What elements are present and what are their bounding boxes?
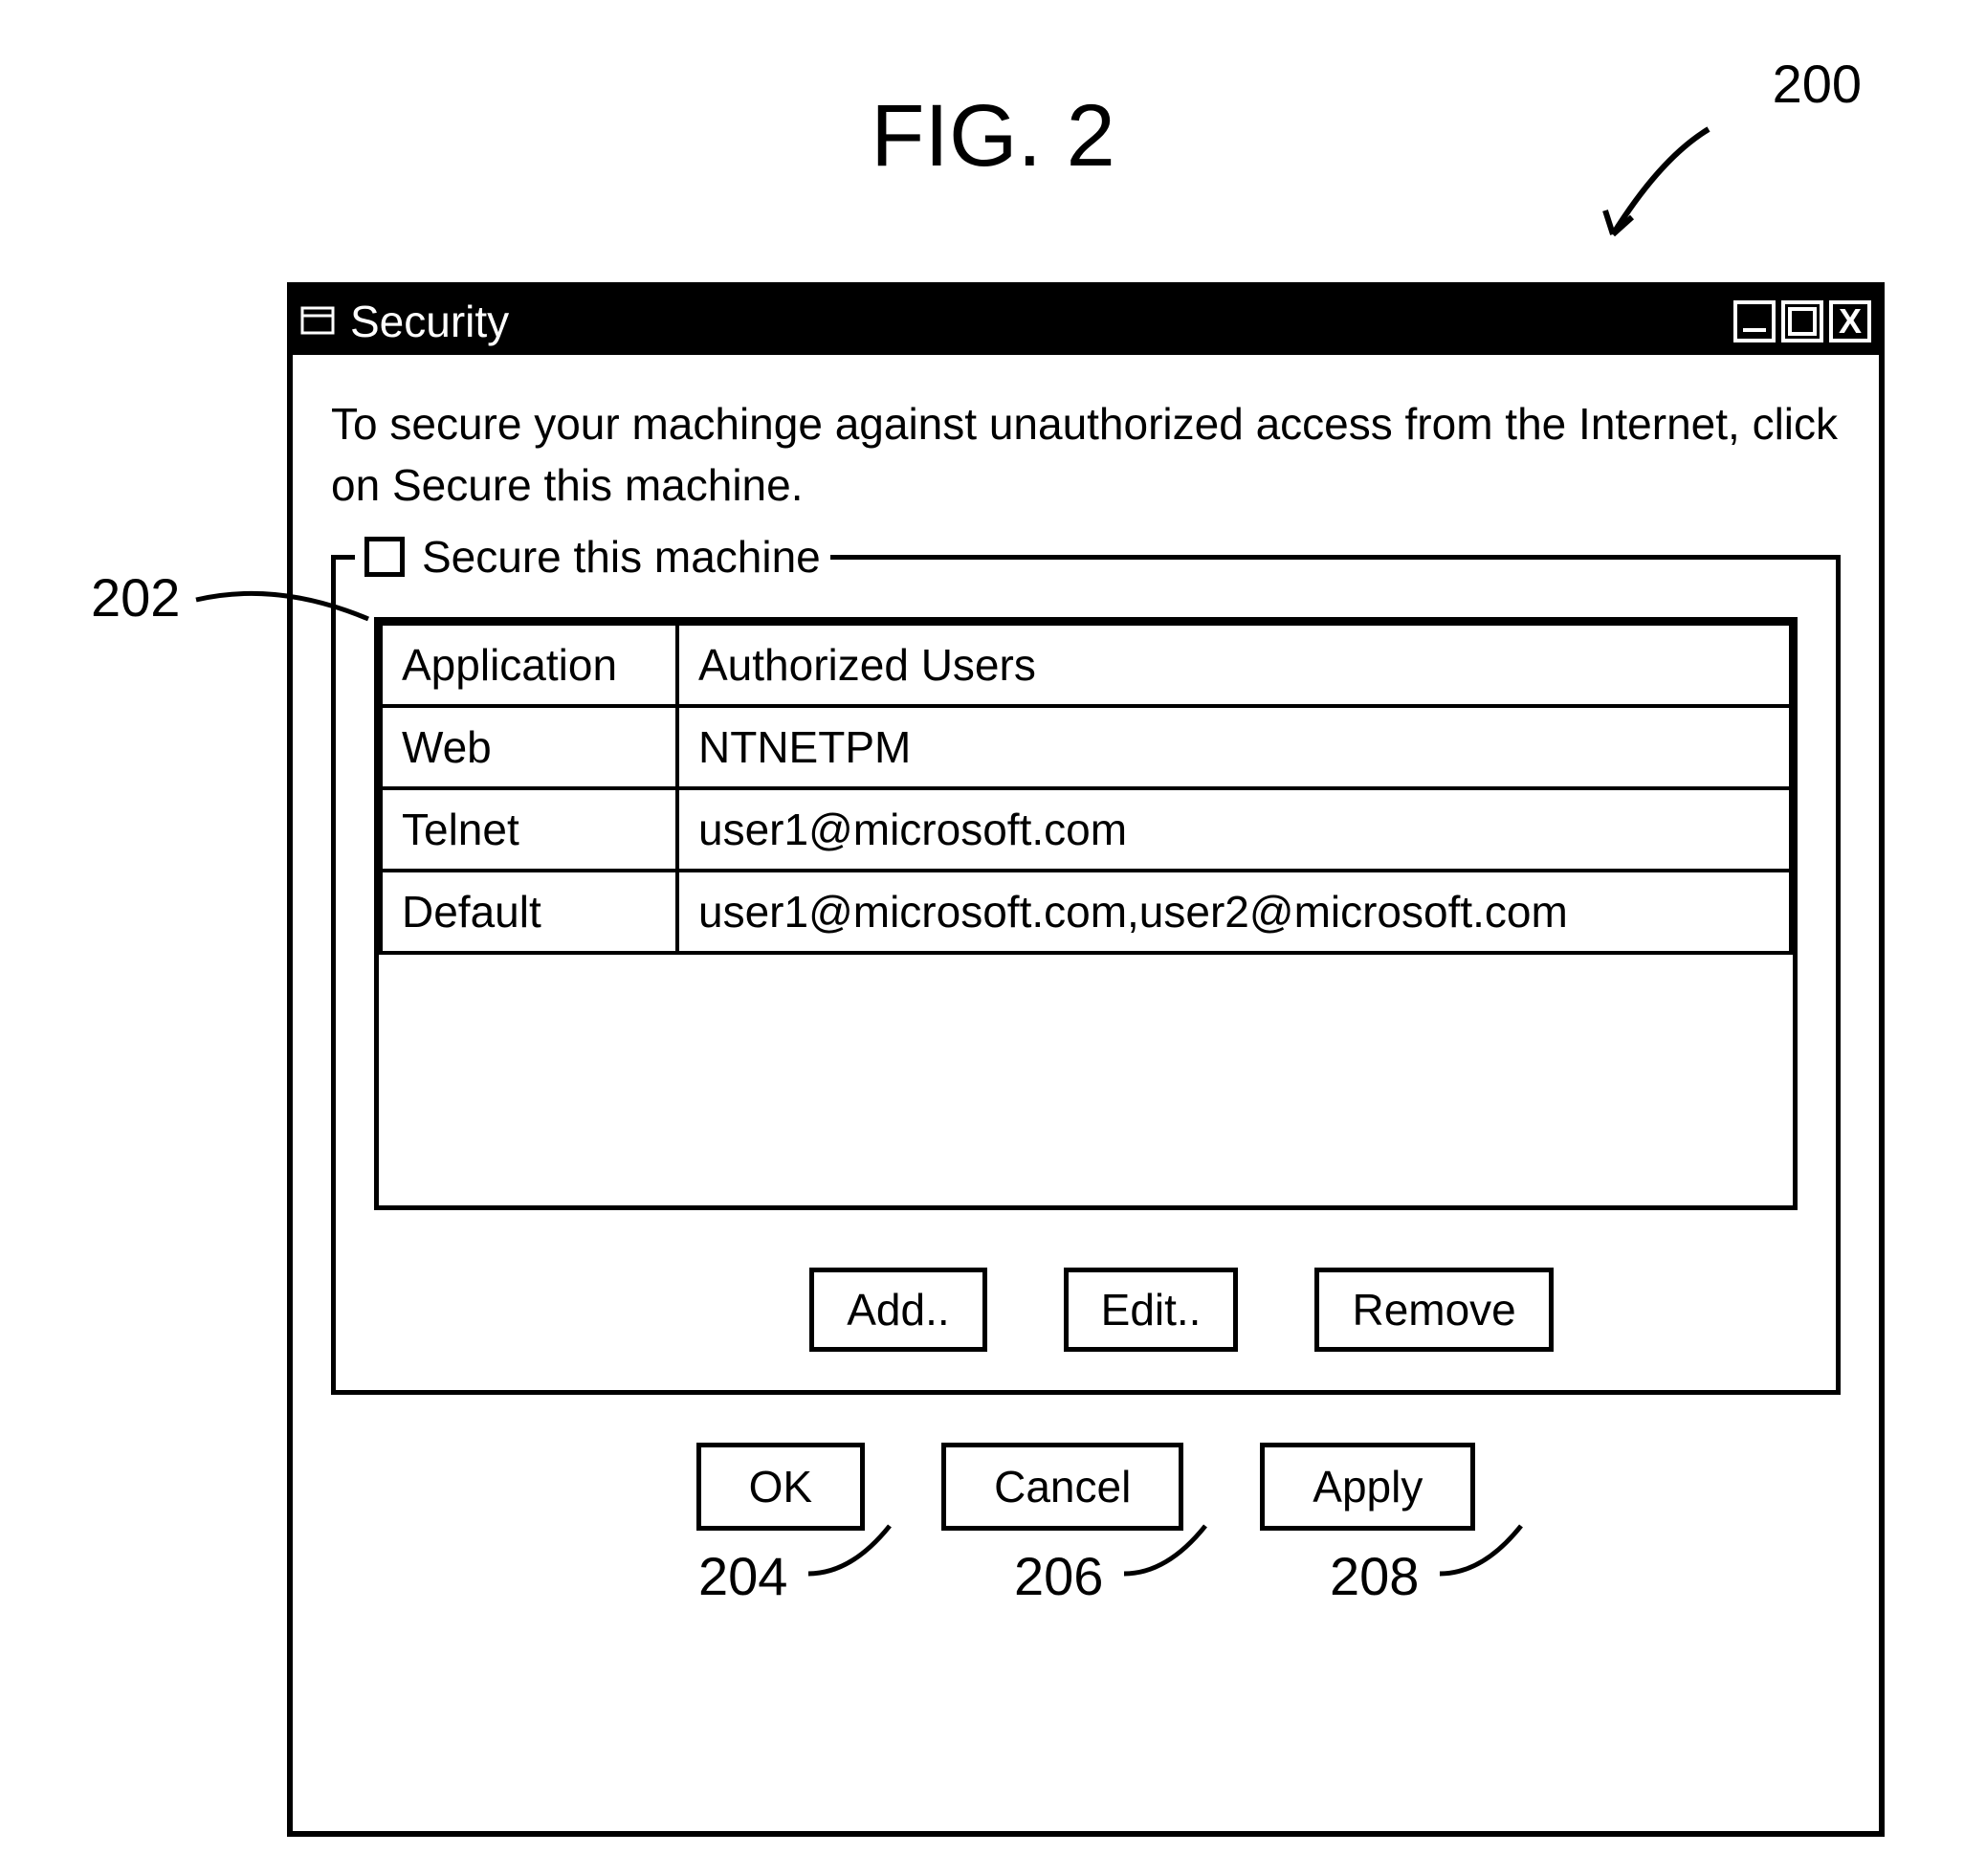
table-row[interactable]: Telnet user1@microsoft.com bbox=[381, 788, 1791, 871]
callout-204: 204 bbox=[698, 1545, 787, 1607]
secure-checkbox-label: Secure this machine bbox=[422, 531, 821, 583]
figure-label: FIG. 2 bbox=[871, 86, 1115, 187]
cell-app: Default bbox=[381, 871, 677, 953]
secure-groupbox: Secure this machine Application Authoriz… bbox=[331, 555, 1841, 1395]
authorized-users-table-wrap: Application Authorized Users Web NTNETPM… bbox=[374, 617, 1798, 1210]
header-application: Application bbox=[381, 624, 677, 706]
window-body: To secure your machinge against unauthor… bbox=[293, 355, 1879, 1559]
callout-208: 208 bbox=[1330, 1545, 1419, 1607]
remove-button[interactable]: Remove bbox=[1314, 1268, 1553, 1352]
instruction-text: To secure your machinge against unauthor… bbox=[331, 393, 1841, 517]
group-buttons: Add.. Edit.. Remove bbox=[565, 1268, 1798, 1352]
cell-users: user1@microsoft.com,user2@microsoft.com bbox=[677, 871, 1791, 953]
header-authorized-users: Authorized Users bbox=[677, 624, 1791, 706]
window-title: Security bbox=[350, 296, 1733, 347]
table-row[interactable]: Web NTNETPM bbox=[381, 706, 1791, 788]
lead-line-icon bbox=[804, 1521, 899, 1588]
close-button[interactable]: X bbox=[1829, 300, 1871, 342]
callout-202: 202 bbox=[91, 566, 180, 629]
callout-206: 206 bbox=[1014, 1545, 1103, 1607]
arrow-icon bbox=[1575, 120, 1728, 273]
maximize-button[interactable] bbox=[1781, 300, 1823, 342]
groupbox-legend: Secure this machine bbox=[355, 531, 830, 583]
table-row[interactable]: Default user1@microsoft.com,user2@micros… bbox=[381, 871, 1791, 953]
add-button[interactable]: Add.. bbox=[809, 1268, 986, 1352]
minimize-button[interactable] bbox=[1733, 300, 1776, 342]
table-header-row: Application Authorized Users bbox=[381, 624, 1791, 706]
cancel-button[interactable]: Cancel bbox=[941, 1443, 1183, 1531]
titlebar: Security X bbox=[293, 288, 1879, 355]
window-controls: X bbox=[1733, 300, 1871, 342]
dialog-buttons: OK Cancel Apply bbox=[331, 1443, 1841, 1531]
secure-checkbox[interactable] bbox=[364, 537, 405, 577]
edit-button[interactable]: Edit.. bbox=[1064, 1268, 1239, 1352]
lead-line-icon bbox=[191, 576, 373, 633]
callout-200: 200 bbox=[1773, 53, 1862, 115]
cell-users: user1@microsoft.com bbox=[677, 788, 1791, 871]
lead-line-icon bbox=[1435, 1521, 1531, 1588]
cell-app: Telnet bbox=[381, 788, 677, 871]
ok-button[interactable]: OK bbox=[696, 1443, 865, 1531]
apply-button[interactable]: Apply bbox=[1260, 1443, 1475, 1531]
cell-users: NTNETPM bbox=[677, 706, 1791, 788]
lead-line-icon bbox=[1119, 1521, 1215, 1588]
cell-app: Web bbox=[381, 706, 677, 788]
authorized-users-table: Application Authorized Users Web NTNETPM… bbox=[379, 622, 1793, 955]
window-icon bbox=[300, 304, 335, 339]
